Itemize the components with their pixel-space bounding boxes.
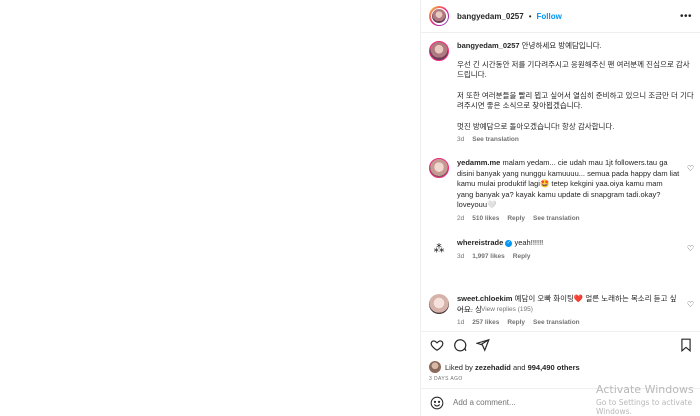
comment-item: yedamm.me malam yedam... cie udah mau 1j… [429, 158, 694, 222]
comment-reply-button[interactable]: Reply [507, 215, 525, 222]
comment-username[interactable]: sweet.chloekim [457, 294, 512, 303]
caption-avatar[interactable] [429, 41, 449, 61]
post-actions: Liked by zezehadid and 994,490 others 3 … [421, 331, 700, 385]
comment-like-heart-icon[interactable]: ♡ [687, 300, 694, 309]
comment-avatar[interactable]: ⁂ [429, 238, 449, 258]
comments-list[interactable]: bangyedam_0257 안녕하세요 방예담입니다. 우선 긴 시간동안 저… [421, 34, 700, 330]
post-header: bangyedam_0257 • Follow ••• [421, 0, 700, 33]
comment-username[interactable]: whereistrade [457, 238, 503, 247]
caption-time: 3d [457, 136, 465, 143]
bookmark-icon[interactable] [680, 338, 692, 353]
comment-like-heart-icon[interactable]: ♡ [687, 244, 694, 253]
caption-line-1: 안녕하세요 방예담입니다. [521, 41, 602, 50]
comment-reply-button[interactable]: Reply [513, 253, 531, 260]
liked-by[interactable]: Liked by zezehadid and 994,490 others [429, 361, 580, 373]
caption-line-4: 멋진 방예담으로 돌아오겠습니다! 항상 감사합니다. [457, 121, 615, 131]
liked-by-avatar [429, 361, 441, 373]
add-comment-input[interactable] [453, 398, 653, 407]
comment-item: ⁂ whereistrade ✓ yeah!!!!!! 3d 1,997 lik… [429, 238, 694, 260]
caption-line-3: 저 또한 여러분들을 빨리 뵙고 싶어서 열심히 준비하고 있으니 조금만 더 … [457, 90, 694, 111]
more-options-icon[interactable]: ••• [680, 11, 692, 22]
comment-reply-button[interactable]: Reply [507, 319, 525, 326]
caption-username[interactable]: bangyedam_0257 [457, 41, 520, 50]
post-date: 3 DAYS AGO [429, 376, 463, 382]
author-avatar[interactable] [429, 6, 449, 26]
comment-see-translation[interactable]: See translation [533, 215, 580, 222]
comment-avatar[interactable] [429, 294, 449, 314]
comment-username[interactable]: yedamm.me [457, 158, 500, 167]
comment-time: 2d [457, 214, 465, 222]
caption-line-2: 우선 긴 시간동안 저를 기다려주시고 응원해주신 팬 여러분께 진심으로 감사… [457, 59, 690, 80]
liked-by-and: and [512, 362, 526, 372]
comment-time: 3d [457, 252, 465, 260]
caption: bangyedam_0257 안녕하세요 방예담입니다. 우선 긴 시간동안 저… [429, 41, 694, 143]
author-username[interactable]: bangyedam_0257 [457, 12, 524, 21]
comment-like-heart-icon[interactable]: ♡ [687, 164, 694, 173]
follow-button[interactable]: Follow [537, 12, 562, 21]
liked-by-prefix: Liked by [445, 362, 473, 372]
emoji-icon[interactable] [430, 396, 444, 410]
post-media-area [0, 0, 421, 416]
comment-likes[interactable]: 1,997 likes [472, 253, 505, 260]
liked-by-user[interactable]: zezehadid [475, 363, 511, 372]
comment-time: 1d [457, 319, 465, 326]
verified-badge-icon: ✓ [505, 239, 513, 247]
caption-see-translation[interactable]: See translation [472, 136, 519, 143]
comment-icon[interactable] [453, 338, 467, 352]
comment-likes[interactable]: 257 likes [472, 319, 499, 326]
liked-by-others[interactable]: 994,490 others [528, 363, 580, 372]
comment-avatar[interactable] [429, 158, 449, 178]
comment-likes[interactable]: 510 likes [472, 215, 499, 222]
share-icon[interactable] [476, 338, 490, 352]
add-comment-bar [421, 388, 700, 416]
post-side-panel: bangyedam_0257 • Follow ••• bangyedam_02… [421, 0, 700, 416]
like-heart-icon[interactable] [430, 338, 444, 352]
comment-text: yeah!!!!!! [514, 238, 544, 247]
header-separator: • [528, 11, 532, 21]
comment-see-translation[interactable]: See translation [533, 319, 580, 326]
comment-item: sweet.chloekim 예담이 오빠 화이팅❤️ 얼른 노래하는 목소리 … [429, 294, 694, 326]
